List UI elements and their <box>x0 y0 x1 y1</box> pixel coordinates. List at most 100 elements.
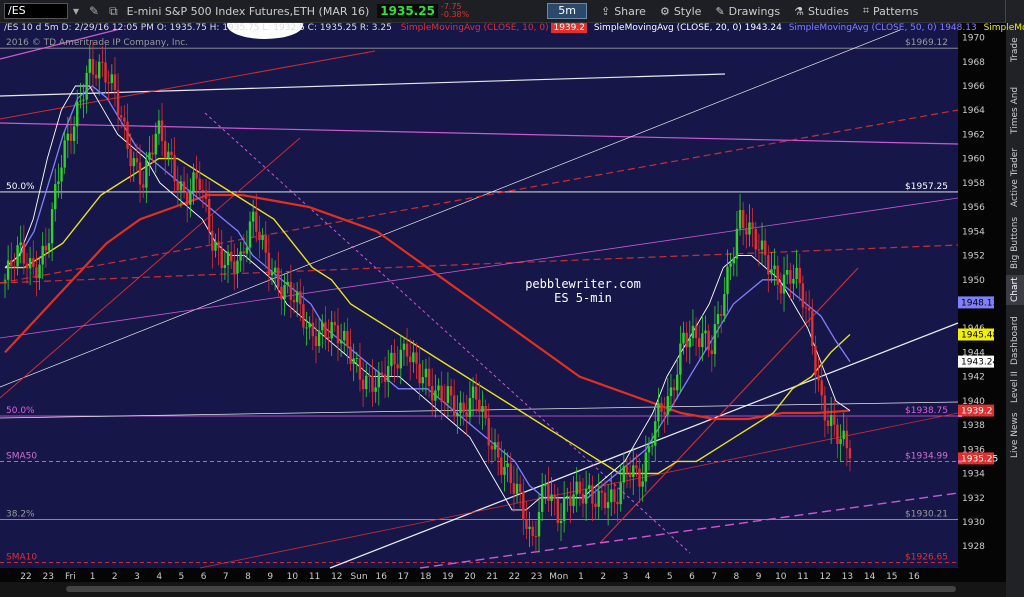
candle-body <box>336 325 340 344</box>
candle-body <box>757 249 761 251</box>
candle-body <box>283 284 286 300</box>
candle-body <box>691 325 695 339</box>
style-label: Style <box>673 4 702 18</box>
candle-body <box>613 489 616 502</box>
candle-body <box>522 491 525 520</box>
sidebar-tab-chart[interactable]: Chart <box>1006 275 1024 305</box>
candle-body <box>85 72 88 100</box>
settings-icon[interactable]: ✎ <box>89 4 99 18</box>
candle-body <box>729 263 732 267</box>
annotation-line1: pebblewriter.com <box>525 277 641 291</box>
annotation-line2: ES 5-min <box>554 291 612 305</box>
candle-body <box>716 314 720 325</box>
level-label: SMA50 <box>6 452 37 462</box>
candle-body <box>679 343 682 375</box>
style-button[interactable]: ⚙ Style <box>660 5 702 18</box>
drawings-button[interactable]: ✎ Drawings <box>715 5 780 18</box>
candle-body <box>584 488 588 504</box>
y-tick-label: 1964 <box>962 106 985 116</box>
candle-body <box>484 405 487 419</box>
copyright: 2016 © TD Ameritrade IP Company, Inc. <box>6 38 189 48</box>
link-icon[interactable]: ⧉ <box>109 4 118 19</box>
candle-body <box>836 424 839 445</box>
timeframe-button[interactable]: 5m <box>547 3 587 19</box>
x-tick-label: 6 <box>201 572 207 582</box>
symbol-input[interactable]: /ES <box>4 3 68 19</box>
candle-body <box>748 222 751 235</box>
share-button[interactable]: ⇪ Share <box>601 5 646 18</box>
candle-body <box>534 535 538 537</box>
candle-body <box>566 495 569 498</box>
candle-body <box>839 439 842 445</box>
candle-body <box>399 349 402 369</box>
time-axis <box>0 568 1006 582</box>
candle-body <box>63 140 66 168</box>
candle-body <box>242 251 245 254</box>
sma20-value: 1943.24 <box>744 23 782 33</box>
y-tick-label: 1960 <box>962 155 985 165</box>
candle-body <box>239 251 242 261</box>
x-tick-label: 21 <box>486 572 497 582</box>
top-toolbar: /ES ▾ ✎ ⧉ E-mini S&P 500 Index Futures,E… <box>0 0 1006 23</box>
candle-body <box>352 358 355 364</box>
y-tick-label: 1958 <box>962 179 985 189</box>
bottom-scrollbar[interactable] <box>0 582 1006 597</box>
level-marker <box>958 460 962 463</box>
candle-body <box>506 463 509 468</box>
candle-body <box>179 181 183 191</box>
candle-body <box>273 267 277 273</box>
candle-body <box>713 324 717 355</box>
candle-body <box>317 330 321 347</box>
sidebar-tab-level-ii[interactable]: Level II <box>1006 370 1024 405</box>
candle-body <box>581 493 585 504</box>
candle-body <box>606 502 610 509</box>
candle-body <box>814 345 817 376</box>
candle-body <box>443 402 446 404</box>
level-label: 38.2% <box>6 509 35 519</box>
candle-body <box>104 62 107 83</box>
price-chart[interactable]: $1969.12 50.0% $1957.25 50.0% $1938.75 SMA50 $… <box>0 23 1006 582</box>
candle-body <box>270 272 274 276</box>
candle-body <box>421 377 424 384</box>
x-tick-label: 12 <box>331 572 342 582</box>
sidebar-tab-big-buttons[interactable]: Big Buttons <box>1006 215 1024 270</box>
studies-button[interactable]: ⚗ Studies <box>794 5 849 18</box>
sidebar-tab-live-news[interactable]: Live News <box>1006 410 1024 460</box>
candle-body <box>833 415 836 425</box>
candle-body <box>330 322 333 339</box>
candle-body <box>845 430 849 449</box>
sidebar-tab-trade[interactable]: Trade <box>1006 30 1024 70</box>
candle-body <box>424 368 428 378</box>
candle-body <box>660 403 663 412</box>
candle-body <box>531 526 534 536</box>
candle-body <box>597 490 600 507</box>
candle-body <box>69 133 73 141</box>
x-tick-label: 1 <box>90 572 96 582</box>
x-tick-label: 2 <box>600 572 606 582</box>
scroll-thumb[interactable] <box>66 586 956 592</box>
candle-body <box>698 338 701 348</box>
candle-body <box>327 336 330 339</box>
candle-body <box>16 245 19 267</box>
candle-body <box>98 61 101 79</box>
sidebar-tab-active-trader[interactable]: Active Trader <box>1006 145 1024 210</box>
patterns-button[interactable]: ⌗ Patterns <box>863 4 919 18</box>
candle-body <box>305 327 308 329</box>
x-tick-label: 5 <box>179 572 185 582</box>
studies-label: Studies <box>808 4 849 18</box>
sidebar-tab-times-and-sales[interactable]: Times And Sales <box>1006 80 1024 140</box>
candle-body <box>79 100 82 102</box>
candle-body <box>638 468 641 487</box>
candle-body <box>562 497 566 521</box>
x-tick-label: 14 <box>864 572 876 582</box>
candle-body <box>707 330 710 351</box>
dropdown-icon[interactable]: ▾ <box>73 4 79 18</box>
candle-body <box>50 209 54 244</box>
x-tick-label: 16 <box>375 572 387 582</box>
candle-body <box>32 258 35 268</box>
candle-body <box>657 403 660 422</box>
sidebar-tab-dashboard[interactable]: Dashboard <box>1006 316 1024 365</box>
candle-body <box>204 190 208 199</box>
x-tick-label: 4 <box>156 572 162 582</box>
candle-body <box>233 261 236 274</box>
